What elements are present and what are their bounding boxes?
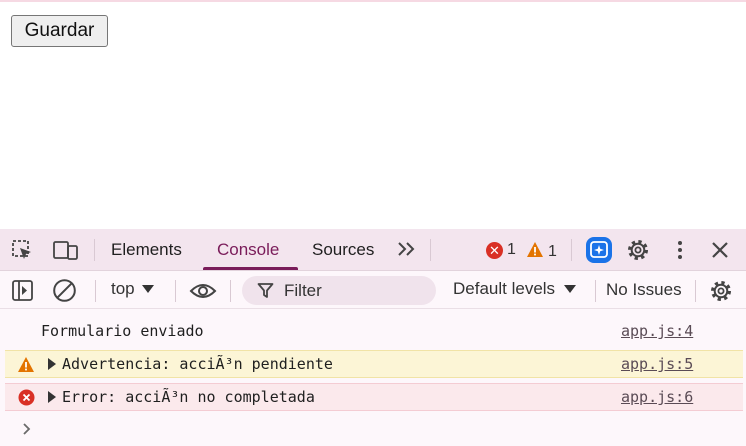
divider	[571, 239, 572, 261]
page-content: Guardar	[0, 0, 746, 229]
context-label: top	[111, 279, 135, 298]
error-counter[interactable]: ✕ 1	[486, 241, 516, 259]
console-settings-gear-icon[interactable]	[709, 279, 733, 308]
error-icon: ✕	[486, 241, 503, 259]
console-prompt[interactable]	[22, 422, 32, 441]
active-tab-indicator	[203, 267, 298, 270]
warning-icon	[17, 356, 35, 377]
tab-console[interactable]: Console	[217, 229, 279, 271]
expand-triangle-icon[interactable]	[48, 358, 56, 370]
divider	[230, 280, 231, 302]
chevron-down-icon	[564, 280, 577, 298]
clear-console-icon[interactable]	[52, 278, 77, 308]
warning-count: 1	[548, 243, 557, 260]
issues-link[interactable]: No Issues	[606, 280, 682, 300]
error-message-text: Error: acciÃ³n no completada	[62, 388, 315, 406]
divider	[95, 280, 96, 302]
divider	[695, 280, 696, 302]
close-icon[interactable]	[710, 240, 730, 265]
context-selector[interactable]: top	[111, 279, 154, 299]
inspect-element-icon[interactable]	[11, 239, 34, 267]
settings-gear-icon[interactable]	[626, 238, 650, 267]
warning-counter[interactable]: 1	[526, 241, 557, 263]
devtools-tab-bar: Elements Console Sources ✕ 1 1	[0, 229, 746, 271]
eye-icon[interactable]	[189, 280, 217, 307]
log-message-text: Formulario enviado	[41, 322, 204, 340]
source-link[interactable]: app.js:6	[621, 388, 693, 406]
divider	[595, 280, 596, 302]
log-levels-label: Default levels	[453, 279, 556, 298]
warning-icon	[526, 241, 544, 263]
more-tabs-icon[interactable]	[396, 240, 418, 263]
ai-assistant-icon[interactable]	[585, 236, 613, 269]
filter-input[interactable]: Filter	[242, 276, 436, 305]
filter-icon	[257, 282, 274, 304]
divider	[430, 239, 431, 261]
console-message-warning[interactable]: Advertencia: acciÃ³n pendiente app.js:5	[5, 350, 743, 378]
divider	[94, 239, 95, 261]
error-icon	[18, 389, 35, 410]
prompt-chevron-icon	[22, 423, 32, 440]
source-link[interactable]: app.js:5	[621, 355, 693, 373]
divider	[175, 280, 176, 302]
more-options-icon[interactable]	[670, 239, 690, 266]
console-message-log: Formulario enviado app.js:4	[0, 317, 746, 345]
console-toolbar: top Filter Default levels No Issues	[0, 271, 746, 309]
console-message-error[interactable]: Error: acciÃ³n no completada app.js:6	[5, 383, 743, 411]
tab-elements[interactable]: Elements	[111, 229, 182, 271]
source-link[interactable]: app.js:4	[621, 322, 693, 340]
tab-sources[interactable]: Sources	[312, 229, 374, 271]
sidebar-toggle-icon[interactable]	[11, 279, 34, 307]
expand-triangle-icon[interactable]	[48, 391, 56, 403]
filter-placeholder: Filter	[284, 281, 322, 300]
save-button[interactable]: Guardar	[11, 15, 108, 47]
log-levels-dropdown[interactable]: Default levels	[453, 279, 577, 299]
chevron-down-icon	[141, 280, 154, 298]
error-count: 1	[507, 241, 516, 258]
device-toolbar-icon[interactable]	[53, 239, 79, 267]
devtools-panel: Elements Console Sources ✕ 1 1 top Filte…	[0, 229, 746, 446]
warning-message-text: Advertencia: acciÃ³n pendiente	[62, 355, 333, 373]
